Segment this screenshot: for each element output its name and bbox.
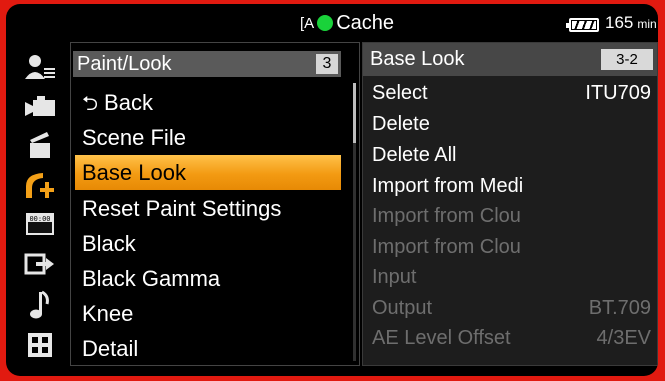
panel-row-select[interactable]: Select ITU709 bbox=[363, 78, 657, 108]
menu-item-base-look[interactable]: Base Look bbox=[75, 155, 341, 190]
menu-item-label: Detail bbox=[82, 336, 139, 361]
row-value: ITU709 bbox=[585, 82, 651, 104]
media-status: [A Cache bbox=[300, 11, 394, 35]
menu-item-back[interactable]: ⮌ Back bbox=[75, 85, 341, 120]
menu-item-label: Knee bbox=[82, 301, 134, 326]
row-label: Import from Clou bbox=[372, 236, 521, 258]
menu-item-label: Reset Paint Settings bbox=[82, 196, 282, 221]
row-label: Output bbox=[372, 297, 433, 319]
media-slot-icon: [A bbox=[300, 14, 315, 32]
panel-row-import-from-cloud-1: Import from Clou bbox=[363, 201, 657, 231]
panel-row-import-from-media[interactable]: Import from Medi bbox=[363, 171, 657, 201]
cache-label: Cache bbox=[336, 11, 394, 34]
battery-icon bbox=[566, 18, 599, 32]
panel-row-output: Output BT.709 bbox=[363, 293, 657, 323]
base-look-panel: Base Look 3-2 Select ITU709 Delete Delet… bbox=[362, 42, 658, 366]
category-icon-column: 00:00 bbox=[20, 46, 64, 362]
rec-indicator-icon bbox=[317, 15, 334, 31]
panel-page-number: 3-2 bbox=[601, 49, 653, 70]
camera-icon[interactable] bbox=[20, 92, 60, 122]
paint-look-menu: Paint/Look 3 ⮌ Back Scene File Base Look … bbox=[70, 42, 360, 366]
row-value: BT.709 bbox=[588, 297, 651, 319]
status-bar: [A Cache 165 min bbox=[6, 4, 658, 42]
menu-item-label: Black bbox=[82, 231, 136, 256]
row-label: Import from Clou bbox=[372, 205, 521, 227]
clapper-icon[interactable] bbox=[20, 130, 60, 160]
menu-item-scene-file[interactable]: Scene File bbox=[75, 120, 341, 155]
panel-row-input: Input bbox=[363, 262, 657, 292]
row-label: AE Level Offset bbox=[372, 327, 511, 349]
back-arrow-icon: ⮌ bbox=[82, 93, 99, 115]
menu-item-label: Back bbox=[104, 90, 153, 115]
menu-header: Paint/Look 3 bbox=[73, 51, 341, 77]
panel-row-import-from-cloud-2: Import from Clou bbox=[363, 232, 657, 262]
output-icon[interactable] bbox=[20, 250, 60, 280]
row-label: Input bbox=[372, 266, 417, 288]
audio-icon[interactable] bbox=[20, 290, 60, 320]
panel-row-delete-all[interactable]: Delete All bbox=[363, 140, 657, 170]
row-label: Import from Medi bbox=[372, 175, 524, 197]
panel-row-ae-level-offset: AE Level Offset 4/3EV bbox=[363, 323, 657, 353]
menu-item-detail[interactable]: Detail bbox=[75, 331, 341, 366]
panel-header: Base Look 3-2 bbox=[363, 43, 657, 76]
menu-title: Paint/Look bbox=[77, 53, 172, 75]
panel-title: Base Look bbox=[370, 48, 465, 70]
menu-scrollbar[interactable] bbox=[353, 83, 356, 361]
menu-item-label: Scene File bbox=[82, 125, 186, 150]
menu-item-black-gamma[interactable]: Black Gamma bbox=[75, 261, 341, 296]
row-value: 4/3EV bbox=[596, 327, 651, 349]
timecode-icon[interactable]: 00:00 bbox=[20, 210, 60, 240]
battery-remaining: 165 min bbox=[605, 13, 657, 33]
camera-screen: [A Cache 165 min 00:00 Paint/Look 3 ⮌ Ba… bbox=[6, 4, 658, 376]
battery-value: 165 bbox=[605, 13, 634, 32]
menu-page-number: 3 bbox=[316, 54, 338, 74]
panel-row-delete[interactable]: Delete bbox=[363, 109, 657, 139]
scroll-thumb[interactable] bbox=[353, 83, 356, 143]
svg-text:00:00: 00:00 bbox=[29, 215, 50, 223]
row-label: Select bbox=[372, 82, 428, 104]
user-menu-icon[interactable] bbox=[20, 52, 60, 82]
menu-item-reset-paint-settings[interactable]: Reset Paint Settings bbox=[75, 191, 341, 226]
row-label: Delete bbox=[372, 113, 430, 135]
menu-item-black[interactable]: Black bbox=[75, 226, 341, 261]
thumbnail-icon[interactable] bbox=[20, 330, 60, 360]
menu-item-label: Base Look bbox=[82, 160, 186, 185]
paint-icon[interactable] bbox=[20, 170, 60, 200]
menu-item-knee[interactable]: Knee bbox=[75, 296, 341, 331]
menu-item-label: Black Gamma bbox=[82, 266, 221, 291]
battery-unit: min bbox=[637, 17, 657, 31]
row-label: Delete All bbox=[372, 144, 457, 166]
